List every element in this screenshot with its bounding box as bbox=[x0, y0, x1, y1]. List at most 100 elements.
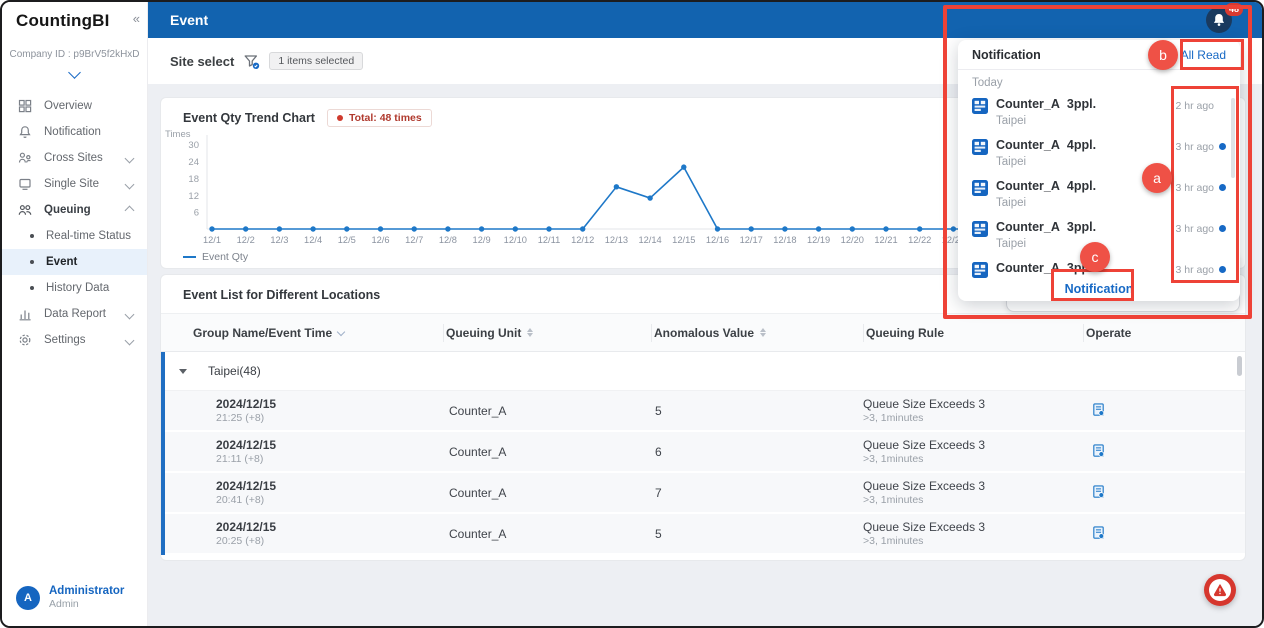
svg-text:12/9: 12/9 bbox=[473, 235, 491, 245]
sidebar-item-history-data[interactable]: History Data bbox=[2, 275, 147, 301]
notification-item[interactable]: Counter_A3ppl. Taipei 2 hr ago bbox=[958, 92, 1240, 133]
table-row[interactable]: 2024/12/1520:41 (+8) Counter_A 7 Queue S… bbox=[161, 473, 1245, 514]
grid-icon bbox=[18, 99, 32, 113]
timestamp: 3 hr ago bbox=[1175, 182, 1214, 194]
svg-text:12/20: 12/20 bbox=[841, 235, 864, 245]
svg-text:12/7: 12/7 bbox=[405, 235, 423, 245]
sidebar-item-settings[interactable]: Settings bbox=[2, 327, 147, 353]
svg-text:12/13: 12/13 bbox=[605, 235, 628, 245]
svg-text:12/14: 12/14 bbox=[638, 235, 661, 245]
table-row[interactable]: 2024/12/1521:11 (+8) Counter_A 6 Queue S… bbox=[161, 432, 1245, 473]
notification-panel: Notification All Read Today Counter_A3pp… bbox=[958, 40, 1240, 301]
col-queuing-rule: Queuing Rule bbox=[863, 324, 1083, 342]
sort-both-icon bbox=[760, 328, 766, 337]
view-detail-icon[interactable] bbox=[1091, 484, 1106, 499]
svg-text:12/3: 12/3 bbox=[270, 235, 288, 245]
view-detail-icon[interactable] bbox=[1091, 443, 1106, 458]
counter-device-icon bbox=[972, 139, 988, 155]
bullet-icon bbox=[30, 286, 34, 290]
svg-text:12/1: 12/1 bbox=[203, 235, 221, 245]
table-row[interactable]: 2024/12/1520:25 (+8) Counter_A 5 Queue S… bbox=[161, 514, 1245, 555]
all-read-link[interactable]: All Read bbox=[1181, 48, 1226, 62]
bullet-icon bbox=[30, 260, 34, 264]
panel-title: Notification bbox=[972, 48, 1041, 62]
unread-dot-icon bbox=[1219, 266, 1226, 273]
sidebar-item-overview[interactable]: Overview bbox=[2, 93, 147, 119]
col-group-name[interactable]: Group Name/Event Time bbox=[191, 324, 443, 342]
items-selected-badge: 1 items selected bbox=[269, 52, 363, 70]
svg-text:12/15: 12/15 bbox=[672, 235, 695, 245]
col-queuing-unit[interactable]: Queuing Unit bbox=[443, 324, 651, 342]
queuing-icon bbox=[18, 203, 32, 217]
svg-text:12/5: 12/5 bbox=[338, 235, 356, 245]
sidebar-item-data-report[interactable]: Data Report bbox=[2, 301, 147, 327]
svg-text:12/8: 12/8 bbox=[439, 235, 457, 245]
app-logo: CountingBI bbox=[2, 2, 147, 31]
notification-item[interactable]: Counter_A3ppl. 3 hr ago bbox=[958, 256, 1240, 279]
svg-text:12/22: 12/22 bbox=[908, 235, 931, 245]
filter-funnel-icon[interactable] bbox=[243, 53, 260, 70]
unread-dot-icon bbox=[1219, 184, 1226, 191]
svg-text:12/11: 12/11 bbox=[538, 235, 561, 245]
chevron-down-icon bbox=[125, 335, 135, 345]
notification-footer-link[interactable]: Notification bbox=[958, 279, 1240, 301]
panel-scrollbar[interactable] bbox=[1231, 98, 1235, 178]
sidebar-item-single-site[interactable]: Single Site bbox=[2, 171, 147, 197]
chevron-down-icon bbox=[125, 309, 135, 319]
svg-text:12/10: 12/10 bbox=[504, 235, 527, 245]
svg-text:12/21: 12/21 bbox=[874, 235, 897, 245]
svg-text:12/17: 12/17 bbox=[740, 235, 763, 245]
total-events-badge: Total: 48 times bbox=[327, 109, 432, 127]
section-label: Today bbox=[958, 70, 1240, 92]
company-chevron-down-icon[interactable] bbox=[68, 66, 81, 79]
sidebar-collapse-icon[interactable]: « bbox=[133, 11, 140, 26]
sidebar-item-realtime-status[interactable]: Real-time Status bbox=[2, 223, 147, 249]
table-scrollbar[interactable] bbox=[1237, 356, 1242, 376]
warning-triangle-icon bbox=[1209, 579, 1231, 601]
chevron-down-icon bbox=[125, 153, 135, 163]
sidebar-menu: Overview Notification Cross Sites Single… bbox=[2, 93, 147, 353]
svg-text:12/2: 12/2 bbox=[237, 235, 255, 245]
notification-item[interactable]: Counter_A4ppl. Taipei 3 hr ago bbox=[958, 133, 1240, 174]
notification-bell-button[interactable]: 48 bbox=[1206, 7, 1232, 33]
svg-text:12/18: 12/18 bbox=[773, 235, 796, 245]
col-operate: Operate bbox=[1083, 324, 1245, 342]
bell-icon bbox=[1211, 12, 1227, 28]
view-detail-icon[interactable] bbox=[1091, 525, 1106, 540]
sidebar-item-cross-sites[interactable]: Cross Sites bbox=[2, 145, 147, 171]
page-title: Event bbox=[170, 2, 208, 38]
location-group: Taipei(48) 2024/12/1521:25 (+8) Counter_… bbox=[161, 352, 1245, 555]
timestamp: 3 hr ago bbox=[1175, 141, 1214, 153]
app-window: CountingBI « Company ID : p9BrV5f2kHxD O… bbox=[0, 0, 1264, 628]
sidebar-item-event[interactable]: Event bbox=[2, 249, 147, 275]
sidebar: CountingBI « Company ID : p9BrV5f2kHxD O… bbox=[2, 2, 148, 626]
legend-line-icon bbox=[183, 256, 196, 258]
site-select-label: Site select bbox=[170, 54, 234, 69]
top-bar: Event 48 bbox=[147, 2, 1262, 38]
group-row-taipei[interactable]: Taipei(48) bbox=[161, 352, 1245, 391]
notification-count-badge: 48 bbox=[1225, 3, 1243, 16]
sort-both-icon bbox=[527, 328, 533, 337]
timestamp: 2 hr ago bbox=[1175, 100, 1214, 112]
chevron-up-icon bbox=[125, 205, 135, 215]
svg-text:Times: Times bbox=[165, 129, 191, 140]
sidebar-item-queuing[interactable]: Queuing bbox=[2, 197, 147, 223]
chart-title: Event Qty Trend Chart bbox=[183, 111, 315, 125]
notification-item[interactable]: Counter_A3ppl. Taipei 3 hr ago bbox=[958, 215, 1240, 256]
user-profile[interactable]: A Administrator Admin bbox=[16, 585, 124, 612]
report-icon bbox=[18, 307, 32, 321]
event-list-card: Event List for Different Locations Group… bbox=[160, 274, 1246, 561]
svg-text:18: 18 bbox=[188, 174, 199, 185]
avatar: A bbox=[16, 586, 40, 610]
sidebar-item-notification[interactable]: Notification bbox=[2, 119, 147, 145]
view-detail-icon[interactable] bbox=[1091, 402, 1106, 417]
col-anomalous-value[interactable]: Anomalous Value bbox=[651, 324, 863, 342]
svg-text:12/4: 12/4 bbox=[304, 235, 322, 245]
user-role: Admin bbox=[49, 598, 124, 612]
user-name: Administrator bbox=[49, 585, 124, 599]
alert-fab-button[interactable] bbox=[1204, 574, 1236, 606]
table-row[interactable]: 2024/12/1521:25 (+8) Counter_A 5 Queue S… bbox=[161, 391, 1245, 432]
cross-sites-icon bbox=[18, 151, 32, 165]
collapse-caret-icon bbox=[179, 369, 187, 374]
notification-item[interactable]: Counter_A4ppl. Taipei 3 hr ago bbox=[958, 174, 1240, 215]
